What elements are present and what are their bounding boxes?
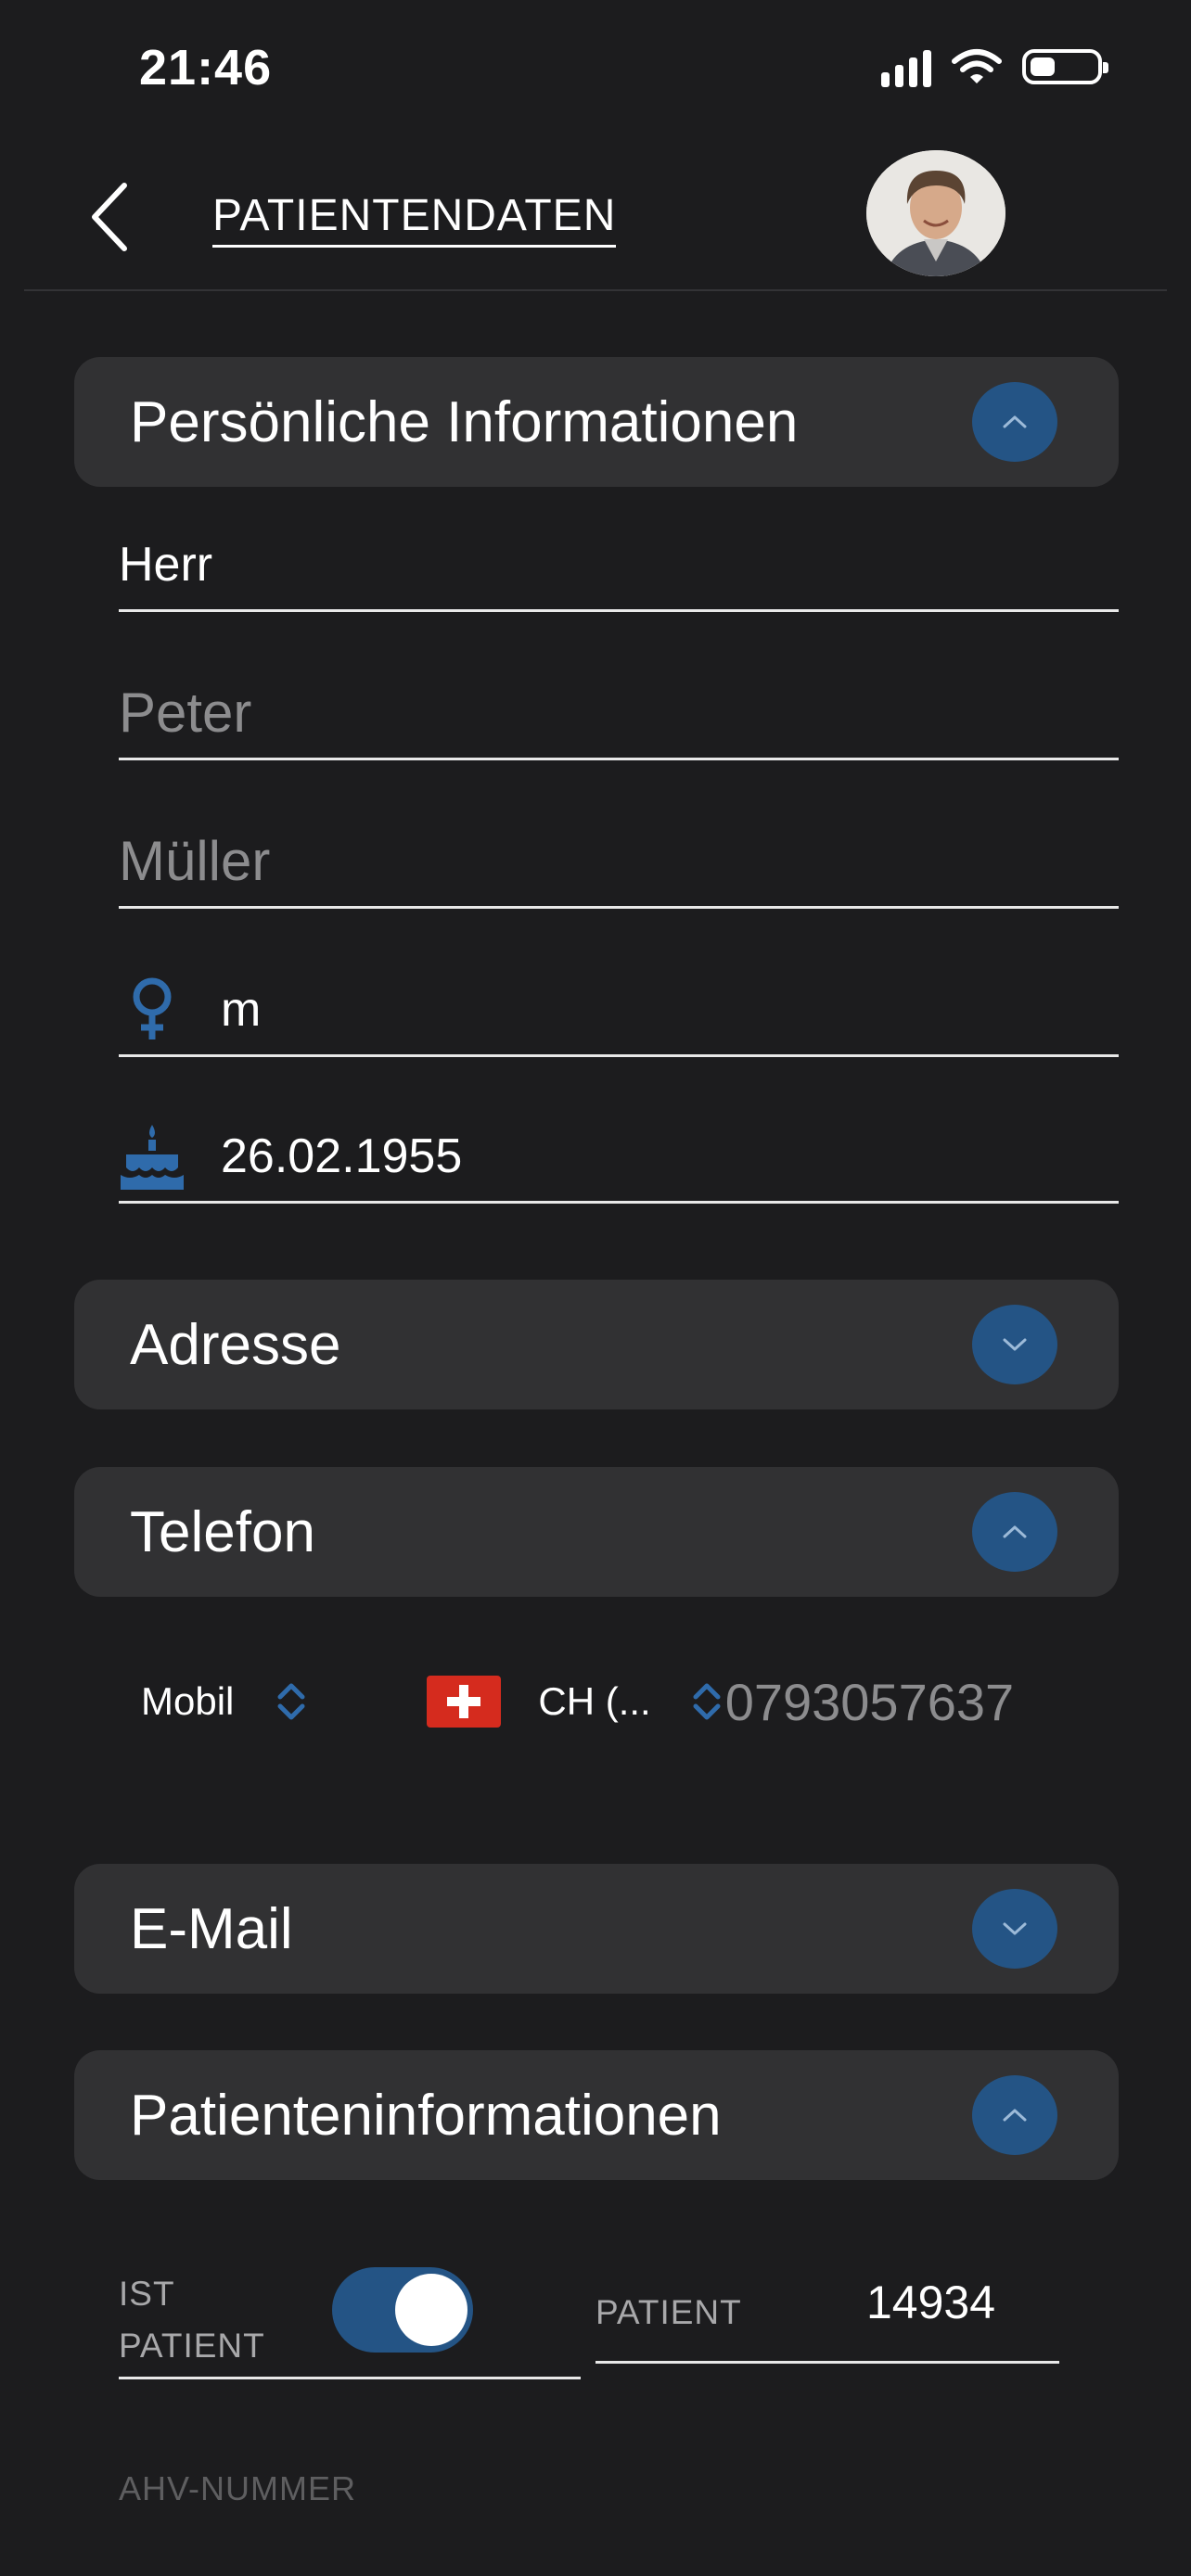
chevron-up-icon[interactable]: [972, 2075, 1057, 2155]
updown-icon[interactable]: [273, 1678, 310, 1725]
signal-icon: [881, 46, 931, 87]
section-email[interactable]: E-Mail: [74, 1864, 1119, 1994]
is-patient-toggle[interactable]: [332, 2267, 473, 2353]
phone-type-select[interactable]: Mobil: [141, 1679, 234, 1724]
section-title: Telefon: [130, 1499, 315, 1564]
last-name-placeholder: Müller: [119, 830, 271, 892]
section-personal-information[interactable]: Persönliche Informationen: [74, 357, 1119, 487]
patient-number-value[interactable]: 14934: [866, 2276, 995, 2329]
patient-number-label: PATIENT: [596, 2293, 742, 2331]
swiss-flag-icon[interactable]: [427, 1676, 502, 1728]
chevron-down-icon[interactable]: [972, 1889, 1057, 1969]
back-chevron-icon[interactable]: [85, 180, 141, 254]
section-title: Adresse: [130, 1312, 341, 1377]
first-name-placeholder: Peter: [119, 682, 252, 744]
section-title: Patienteninformationen: [130, 2083, 722, 2148]
salutation-value: Herr: [119, 537, 213, 592]
ahv-number-label: AHV-NUMMER: [119, 2469, 357, 2507]
gender-icon: [119, 976, 186, 1043]
gender-value: m: [221, 982, 262, 1037]
chevron-down-icon[interactable]: [972, 1305, 1057, 1384]
phone-row: Mobil CH (... 0793057637: [119, 1660, 1119, 1743]
avatar[interactable]: [866, 150, 1005, 276]
header-divider: [24, 289, 1167, 291]
birthday-cake-icon: [119, 1123, 186, 1190]
chevron-up-icon[interactable]: [972, 382, 1057, 462]
updown-icon[interactable]: [688, 1678, 725, 1725]
section-title: Persönliche Informationen: [130, 389, 799, 454]
chevron-up-icon[interactable]: [972, 1492, 1057, 1572]
phone-number-input[interactable]: 0793057637: [725, 1672, 1014, 1732]
patient-number-underline: [596, 2361, 1059, 2364]
salutation-field[interactable]: Herr: [119, 519, 1119, 612]
birthdate-value: 26.02.1955: [221, 1129, 463, 1183]
wifi-icon: [952, 49, 1002, 83]
status-time: 21:46: [139, 40, 273, 96]
country-code-select[interactable]: CH (...: [538, 1679, 650, 1724]
is-patient-underline: [119, 2377, 581, 2379]
section-patient-information[interactable]: Patienteninformationen: [74, 2050, 1119, 2180]
battery-icon: [1022, 49, 1108, 84]
last-name-field[interactable]: Müller: [119, 816, 1119, 909]
is-patient-label: IST PATIENT: [119, 2275, 265, 2365]
section-phone[interactable]: Telefon: [74, 1467, 1119, 1597]
section-title: E-Mail: [130, 1896, 293, 1961]
birthdate-field[interactable]: 26.02.1955: [119, 1111, 1119, 1204]
section-address[interactable]: Adresse: [74, 1280, 1119, 1409]
page-title: PATIENTENDATEN: [212, 190, 617, 248]
first-name-field[interactable]: Peter: [119, 668, 1119, 760]
status-icons: [881, 46, 1108, 87]
gender-field[interactable]: m: [119, 964, 1119, 1057]
